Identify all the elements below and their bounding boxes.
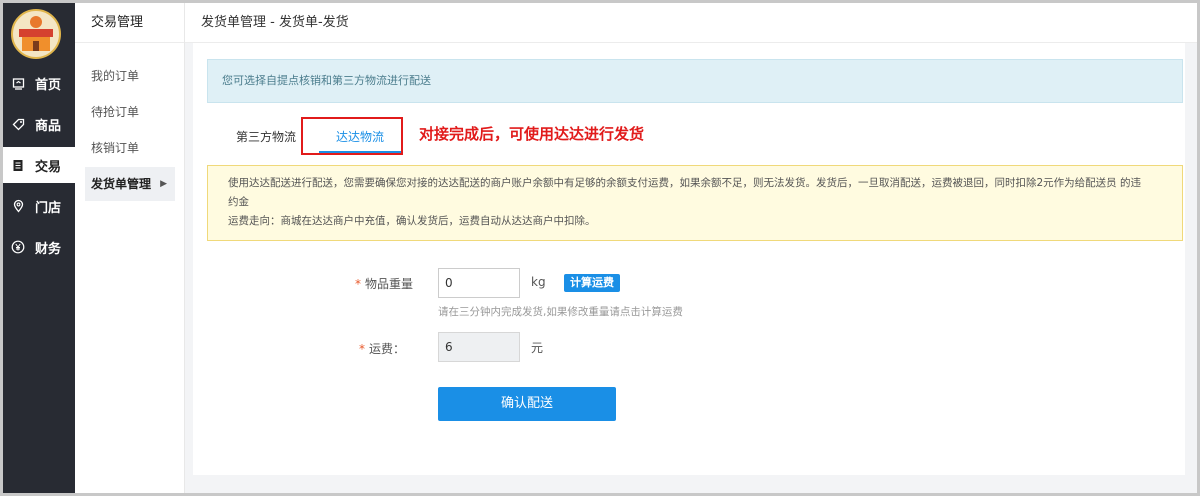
nav-item-stores[interactable]: 门店 bbox=[3, 188, 75, 224]
nav-label: 交易 bbox=[35, 159, 62, 175]
nav-label: 门店 bbox=[35, 200, 62, 216]
submenu-item-pending-orders[interactable]: 待抢订单 bbox=[85, 95, 175, 129]
info-notice: 您可选择自提点核销和第三方物流进行配送 bbox=[207, 59, 1183, 103]
submenu-item-label: 发货单管理 bbox=[91, 177, 152, 191]
shipment-panel: 您可选择自提点核销和第三方物流进行配送 第三方物流 达达物流 对接完成后，可使用… bbox=[193, 43, 1185, 475]
main-content: 发货单管理 - 发货单-发货 您可选择自提点核销和第三方物流进行配送 第三方物流… bbox=[185, 3, 1197, 493]
fee-input bbox=[438, 332, 520, 362]
breadcrumb: 发货单管理 - 发货单-发货 bbox=[185, 3, 1197, 43]
primary-nav: 首页 商品 交易 门店 财务 bbox=[3, 3, 75, 493]
calculate-fee-button[interactable]: 计算运费 bbox=[564, 274, 620, 292]
delivery-tabs: 第三方物流 达达物流 bbox=[207, 115, 1183, 155]
nav-label: 首页 bbox=[35, 77, 62, 93]
submenu-item-verify-orders[interactable]: 核销订单 bbox=[85, 131, 175, 165]
fee-unit: 元 bbox=[531, 341, 544, 355]
fee-label-text: 运费： bbox=[368, 342, 405, 356]
weight-label-text: 物品重量 bbox=[364, 277, 413, 291]
weight-hint: 请在三分钟内完成发货,如果修改重量请点击计算运费 bbox=[438, 306, 683, 318]
required-mark: * bbox=[354, 277, 361, 291]
location-icon bbox=[11, 199, 25, 213]
nav-label: 财务 bbox=[35, 241, 62, 257]
nav-item-products[interactable]: 商品 bbox=[3, 106, 75, 142]
confirm-delivery-button[interactable]: 确认配送 bbox=[438, 387, 616, 421]
warning-line: 运费走向：商城在达达商户中充值，确认发货后，运费自动从达达商户中扣除。 bbox=[228, 215, 596, 227]
submenu-item-my-orders[interactable]: 我的订单 bbox=[85, 59, 175, 93]
weight-unit: kg bbox=[531, 275, 546, 289]
warning-notice: 使用达达配送进行配送，您需要确保您对接的达达配送的商户账户余额中有足够的余额支付… bbox=[207, 165, 1183, 241]
store-logo bbox=[11, 9, 61, 59]
tab-dada-logistics[interactable]: 达达物流 bbox=[313, 121, 407, 153]
app-window: 首页 商品 交易 门店 财务 交易管理 我的订单 待抢订单 核销订单 发货单管理… bbox=[0, 0, 1200, 496]
home-icon bbox=[11, 76, 25, 90]
caret-right-icon: ▶ bbox=[160, 179, 167, 189]
required-mark: * bbox=[358, 342, 365, 356]
nav-item-finance[interactable]: 财务 bbox=[3, 229, 75, 265]
annotation-text: 对接完成后，可使用达达进行发货 bbox=[419, 125, 645, 143]
nav-item-home[interactable]: 首页 bbox=[3, 65, 75, 101]
nav-label: 商品 bbox=[35, 118, 62, 134]
warning-line: 约金 bbox=[228, 196, 249, 208]
yen-icon bbox=[11, 240, 25, 254]
warning-line: 使用达达配送进行配送，您需要确保您对接的达达配送的商户账户余额中有足够的余额支付… bbox=[228, 177, 1142, 189]
weight-input[interactable] bbox=[438, 268, 520, 298]
nav-item-trade[interactable]: 交易 bbox=[3, 147, 75, 183]
submenu-item-shipment-management[interactable]: 发货单管理 ▶ bbox=[85, 167, 175, 201]
tab-third-party-logistics[interactable]: 第三方物流 bbox=[221, 121, 311, 153]
secondary-menu: 交易管理 我的订单 待抢订单 核销订单 发货单管理 ▶ bbox=[75, 3, 185, 493]
fee-label: * 运费： bbox=[333, 340, 405, 357]
tag-icon bbox=[11, 117, 25, 131]
submenu-title: 交易管理 bbox=[75, 3, 184, 43]
document-icon bbox=[11, 158, 25, 172]
weight-label: * 物品重量 bbox=[333, 275, 413, 292]
